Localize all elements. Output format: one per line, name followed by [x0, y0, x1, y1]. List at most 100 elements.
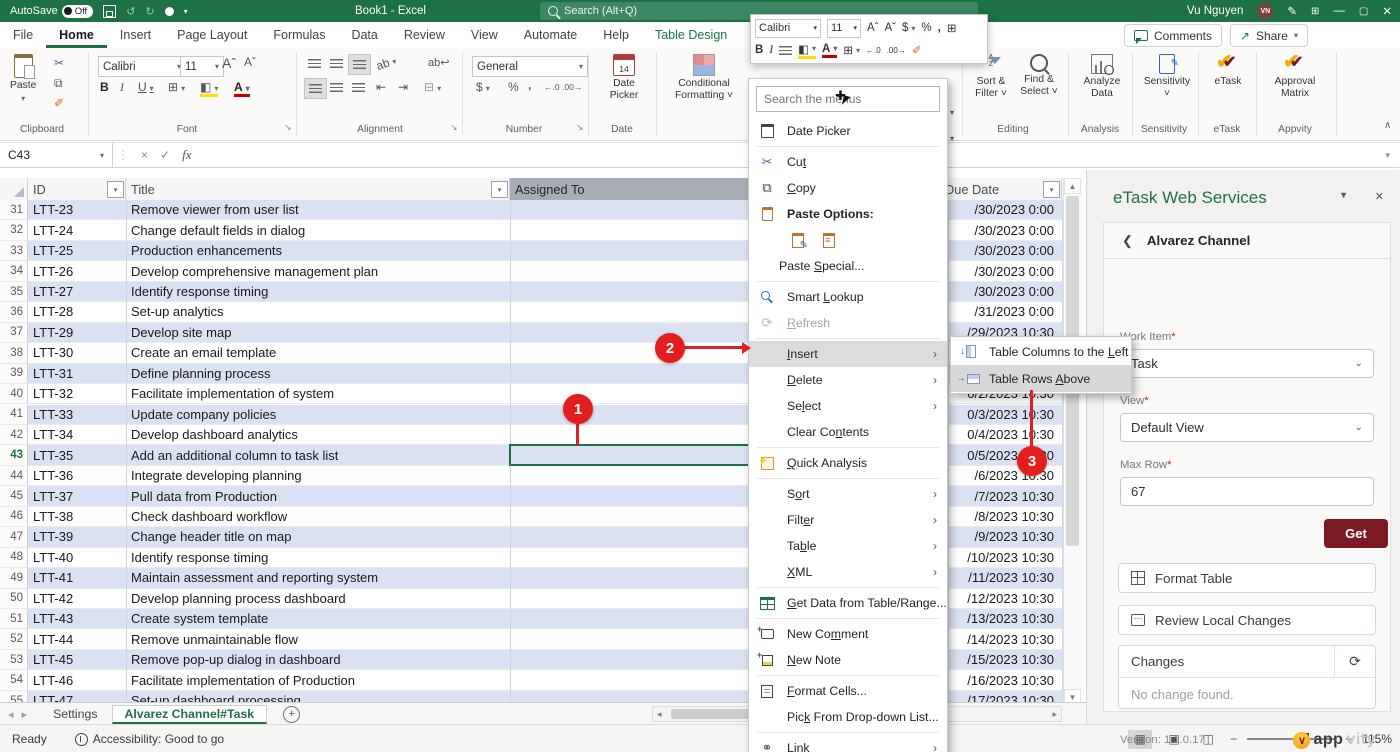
restore-button[interactable]: ▢: [1359, 6, 1368, 17]
menu-item-xml[interactable]: XML›: [749, 559, 947, 585]
vertical-scrollbar[interactable]: ▲ ▼: [1063, 178, 1081, 705]
expand-formula-bar-icon[interactable]: ▾: [1385, 150, 1390, 161]
ribbon-tab-table-design[interactable]: Table Design: [642, 22, 740, 48]
ribbon-tab-view[interactable]: View: [458, 22, 511, 48]
accounting-format-button[interactable]: $: [476, 80, 490, 94]
close-button[interactable]: ✕: [1382, 4, 1392, 18]
row-number[interactable]: 54: [0, 670, 28, 689]
cut-button[interactable]: ✂: [54, 56, 64, 70]
cell-id[interactable]: LTT-30: [28, 343, 126, 362]
paste-button[interactable]: Paste▾: [10, 54, 36, 103]
cell-due[interactable]: /14/2023 10:30: [948, 629, 1062, 648]
ribbon-display-icon[interactable]: ⊞: [1311, 6, 1319, 17]
save-button[interactable]: [103, 5, 116, 18]
back-chevron-icon[interactable]: ❮: [1122, 233, 1133, 249]
row-number[interactable]: 31: [0, 200, 28, 219]
cell-id[interactable]: LTT-35: [28, 445, 126, 464]
row-number[interactable]: 41: [0, 405, 28, 424]
ribbon-tab-file[interactable]: File: [0, 22, 46, 48]
ribbon-tab-insert[interactable]: Insert: [107, 22, 164, 48]
menu-item-pick-from-drop-down-list[interactable]: Pick From Drop-down List...: [749, 704, 947, 730]
mini-increase-decimal-button[interactable]: ←.0: [866, 46, 881, 55]
row-number[interactable]: 39: [0, 364, 28, 383]
cell-title[interactable]: Develop planning process dashboard: [126, 589, 510, 608]
accessibility-status[interactable]: Accessibility: Good to go: [93, 732, 224, 746]
cell-id[interactable]: LTT-29: [28, 323, 126, 342]
scroll-up-icon[interactable]: ▲: [1064, 178, 1081, 194]
cell-id[interactable]: LTT-39: [28, 527, 126, 546]
menu-item-new-note[interactable]: New Note: [749, 647, 947, 673]
cell-id[interactable]: LTT-33: [28, 405, 126, 424]
date-picker-button[interactable]: 14 Date Picker: [600, 54, 648, 102]
cell-due[interactable]: /30/2023 0:00: [948, 241, 1062, 260]
scroll-left-icon[interactable]: ◂: [657, 709, 662, 720]
cell-title[interactable]: Facilitate implementation of Production: [126, 670, 510, 689]
menu-search-input[interactable]: Search the menus ✚: [756, 86, 940, 112]
cell-due[interactable]: /7/2023 10:30: [948, 486, 1062, 505]
column-header-title[interactable]: Title: [126, 178, 510, 200]
row-number[interactable]: 50: [0, 589, 28, 608]
menu-item-format-cells[interactable]: Format Cells...: [749, 678, 947, 704]
cell-title[interactable]: Develop dashboard analytics: [126, 425, 510, 444]
row-number[interactable]: 34: [0, 261, 28, 280]
fill-color-button[interactable]: ◧: [200, 80, 218, 97]
cell-due[interactable]: /13/2023 10:30: [948, 609, 1062, 628]
cell-id[interactable]: LTT-38: [28, 507, 126, 526]
ribbon-tab-formulas[interactable]: Formulas: [260, 22, 338, 48]
submenu-item-table-columns-to-the-left[interactable]: Table Columns to the Left: [951, 338, 1131, 365]
mini-font-color-button[interactable]: A: [822, 43, 837, 58]
borders-button[interactable]: ⊞: [168, 80, 185, 94]
cell-due[interactable]: /9/2023 10:30: [948, 527, 1062, 546]
row-number[interactable]: 44: [0, 466, 28, 485]
format-painter-button[interactable]: ✐: [54, 96, 64, 110]
cell-title[interactable]: Change header title on map: [126, 527, 510, 546]
cell-title[interactable]: Production enhancements: [126, 241, 510, 260]
mini-font-name-combo[interactable]: Calibri▾: [755, 19, 821, 38]
cell-id[interactable]: LTT-44: [28, 629, 126, 648]
font-name-combo[interactable]: Calibri▾: [98, 56, 186, 77]
review-local-changes-button[interactable]: Review Local Changes: [1118, 605, 1376, 635]
mini-bold-button[interactable]: B: [755, 44, 763, 56]
cell-id[interactable]: LTT-34: [28, 425, 126, 444]
menu-item-date-picker[interactable]: Date Picker: [749, 118, 947, 144]
row-number[interactable]: 48: [0, 548, 28, 567]
mini-accounting-button[interactable]: $: [902, 22, 915, 34]
cell-due[interactable]: /30/2023 0:00: [948, 200, 1062, 219]
row-number[interactable]: 51: [0, 609, 28, 628]
cell-due[interactable]: /30/2023 0:00: [948, 261, 1062, 280]
copy-button[interactable]: ⧉: [54, 76, 63, 91]
cell-due[interactable]: /30/2023 0:00: [948, 220, 1062, 239]
row-number[interactable]: 43: [0, 445, 28, 464]
menu-item-link[interactable]: Link›: [749, 735, 947, 752]
mini-decrease-decimal-button[interactable]: .00→: [887, 46, 906, 55]
row-number[interactable]: 33: [0, 241, 28, 260]
row-number[interactable]: 47: [0, 527, 28, 546]
cell-due[interactable]: 0/4/2023 10:30: [948, 425, 1062, 444]
cell-title[interactable]: Develop comprehensive management plan: [126, 261, 510, 280]
row-number[interactable]: 40: [0, 384, 28, 403]
cell-id[interactable]: LTT-36: [28, 466, 126, 485]
cell-due[interactable]: /6/2023 10:30: [948, 466, 1062, 485]
font-size-combo[interactable]: 11▾: [180, 56, 224, 77]
cell-title[interactable]: Facilitate implementation of system: [126, 384, 510, 403]
menu-item-smart-lookup[interactable]: Smart Lookup: [749, 284, 947, 310]
increase-indent-button[interactable]: ⇥: [398, 80, 408, 94]
cell-id[interactable]: LTT-25: [28, 241, 126, 260]
cell-due[interactable]: 0/3/2023 10:30: [948, 405, 1062, 424]
cell-id[interactable]: LTT-24: [28, 220, 126, 239]
row-number[interactable]: 37: [0, 323, 28, 342]
align-center-button[interactable]: [326, 78, 347, 97]
menu-item-refresh[interactable]: Refresh: [749, 310, 947, 336]
row-number[interactable]: 53: [0, 650, 28, 669]
cell-due[interactable]: /31/2023 0:00: [948, 302, 1062, 321]
row-number[interactable]: 46: [0, 507, 28, 526]
cell-due[interactable]: /8/2023 10:30: [948, 507, 1062, 526]
row-number[interactable]: 38: [0, 343, 28, 362]
refresh-changes-button[interactable]: ⟳: [1334, 646, 1375, 677]
comments-button[interactable]: Comments: [1124, 24, 1222, 47]
mini-borders-button[interactable]: ⊞: [843, 43, 860, 57]
mini-grow-font-button[interactable]: Aˆ: [867, 22, 879, 34]
align-left-button[interactable]: [304, 78, 327, 99]
cell-due[interactable]: /12/2023 10:30: [948, 589, 1062, 608]
pane-close-icon[interactable]: ✕: [1375, 190, 1384, 203]
